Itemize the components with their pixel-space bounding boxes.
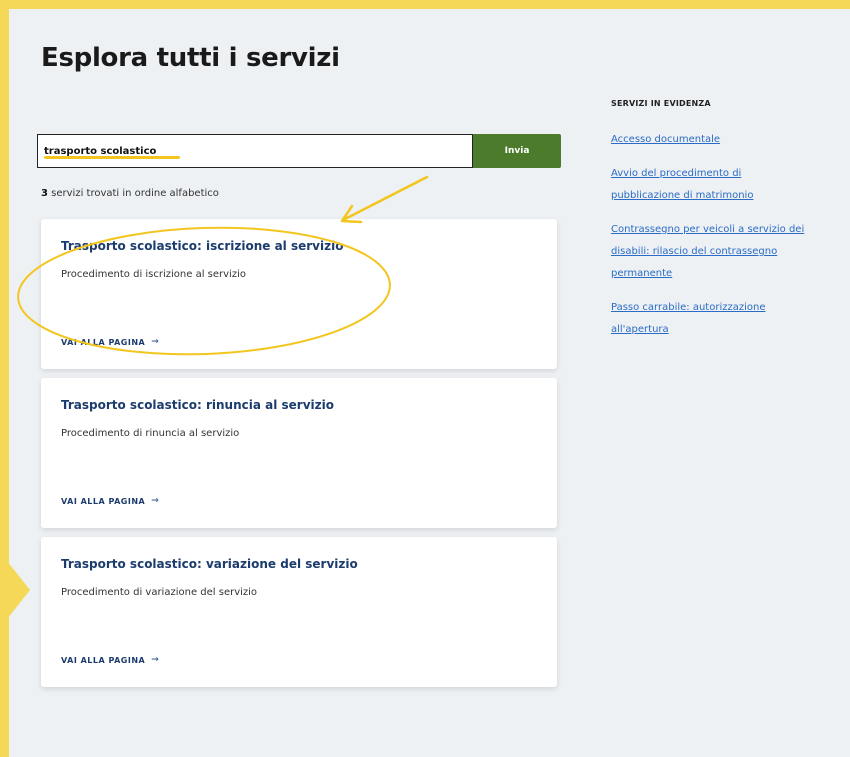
result-card[interactable]: Trasporto scolastico: variazione del ser…	[41, 537, 557, 687]
card-link[interactable]: VAI ALLA PAGINA →	[61, 655, 159, 665]
card-description: Procedimento di rinuncia al servizio	[61, 428, 240, 439]
arrow-right-icon: →	[151, 655, 160, 665]
arrow-right-icon: →	[151, 496, 160, 506]
card-link-label[interactable]: VAI ALLA PAGINA	[61, 656, 145, 665]
annotation-arrow-line	[343, 175, 429, 221]
featured-service-item: Passo carrabile: autorizzazione all'aper…	[611, 295, 806, 339]
featured-service-link[interactable]: Contrassegno per veicoli a servizio dei …	[611, 224, 804, 279]
card-link-label[interactable]: VAI ALLA PAGINA	[61, 497, 145, 506]
card-title[interactable]: Trasporto scolastico: variazione del ser…	[61, 557, 358, 571]
featured-service-item: Contrassegno per veicoli a servizio dei …	[611, 217, 806, 283]
search-highlight-underline	[44, 156, 180, 159]
search-input[interactable]	[37, 134, 473, 168]
featured-service-item: Accesso documentale	[611, 127, 806, 149]
frame-notch	[0, 552, 30, 628]
search-form: Invia	[37, 134, 561, 168]
featured-service-link[interactable]: Passo carrabile: autorizzazione all'aper…	[611, 302, 766, 335]
card-title[interactable]: Trasporto scolastico: rinuncia al serviz…	[61, 398, 334, 412]
results-count-text: servizi trovati in ordine alfabetico	[51, 188, 219, 199]
card-description: Procedimento di iscrizione al servizio	[61, 269, 246, 280]
card-title[interactable]: Trasporto scolastico: iscrizione al serv…	[61, 239, 343, 253]
arrow-right-icon: →	[151, 337, 160, 347]
card-link[interactable]: VAI ALLA PAGINA →	[61, 496, 159, 506]
results-count-number: 3	[41, 188, 48, 199]
page-frame: Esplora tutti i servizi Invia 3 servizi …	[9, 9, 850, 757]
result-card[interactable]: Trasporto scolastico: iscrizione al serv…	[41, 219, 557, 369]
featured-service-link[interactable]: Avvio del procedimento di pubblicazione …	[611, 168, 753, 201]
card-link-label[interactable]: VAI ALLA PAGINA	[61, 338, 145, 347]
card-description: Procedimento di variazione del servizio	[61, 587, 258, 598]
page-title: Esplora tutti i servizi	[41, 43, 340, 73]
submit-button[interactable]: Invia	[473, 134, 561, 168]
results-count: 3 servizi trovati in ordine alfabetico	[41, 188, 219, 199]
result-card[interactable]: Trasporto scolastico: rinuncia al serviz…	[41, 378, 557, 528]
featured-service-link[interactable]: Accesso documentale	[611, 134, 720, 145]
featured-service-item: Avvio del procedimento di pubblicazione …	[611, 161, 806, 205]
featured-services-title: SERVIZI IN EVIDENZA	[611, 99, 711, 108]
card-link[interactable]: VAI ALLA PAGINA →	[61, 337, 159, 347]
featured-services-list: Accesso documentale Avvio del procedimen…	[611, 127, 806, 351]
